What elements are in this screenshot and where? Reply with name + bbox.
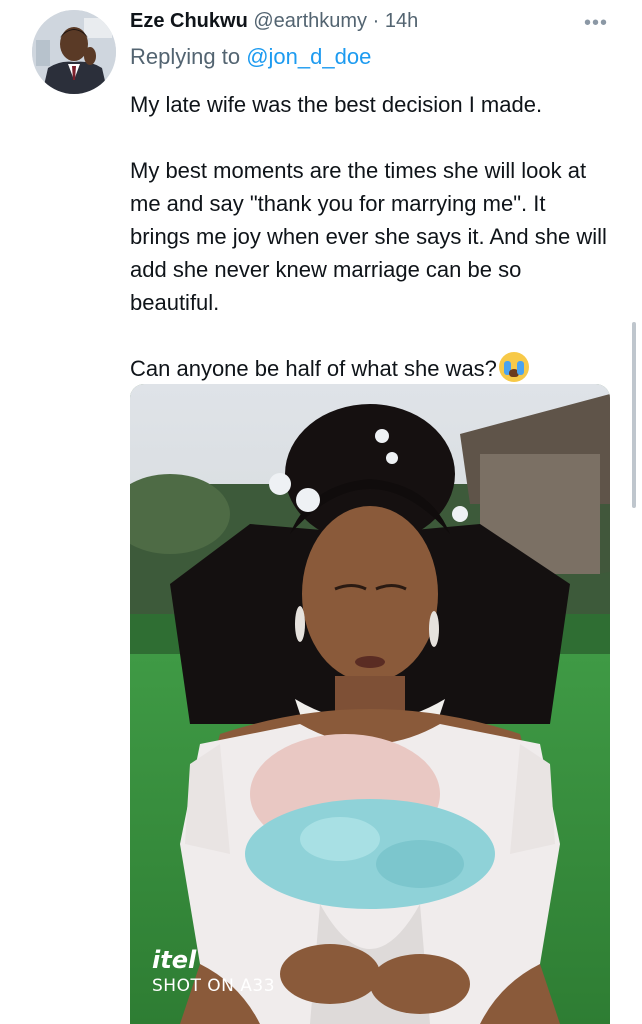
tweet-timestamp[interactable]: 14h: [385, 10, 418, 32]
bride-photo-illustration: [130, 384, 610, 1024]
scrollbar-thumb[interactable]: [632, 322, 636, 508]
author-handle[interactable]: @earthkumy: [253, 10, 367, 32]
author-avatar[interactable]: [32, 10, 116, 94]
tweet-paragraph-text: Can anyone be half of what she was?: [130, 356, 497, 381]
more-horizontal-icon[interactable]: •••: [584, 12, 608, 35]
camera-watermark: itel SHOT ON A33: [152, 946, 275, 996]
author-name[interactable]: Eze Chukwu: [130, 10, 248, 32]
replying-to-line: Replying to @jon_d_doe: [130, 44, 371, 70]
replying-to-link[interactable]: @jon_d_doe: [246, 44, 371, 69]
avatar-photo: [32, 10, 116, 94]
tweet-paragraph: Can anyone be half of what she was?: [130, 352, 610, 385]
tweet-header: Eze Chukwu @earthkumy · 14h: [130, 10, 622, 40]
watermark-model: SHOT ON A33: [152, 976, 276, 996]
tweet-photo[interactable]: itel SHOT ON A33: [130, 384, 610, 1024]
watermark-brand: itel: [152, 946, 197, 974]
tweet-paragraph: My late wife was the best decision I mad…: [130, 92, 543, 117]
tweet-text: My late wife was the best decision I mad…: [130, 88, 610, 385]
replying-to-prefix: Replying to: [130, 44, 241, 69]
tweet-paragraph: My best moments are the times she will l…: [130, 158, 607, 315]
loudly-crying-face-emoji: [498, 352, 529, 382]
header-separator: ·: [372, 10, 380, 32]
